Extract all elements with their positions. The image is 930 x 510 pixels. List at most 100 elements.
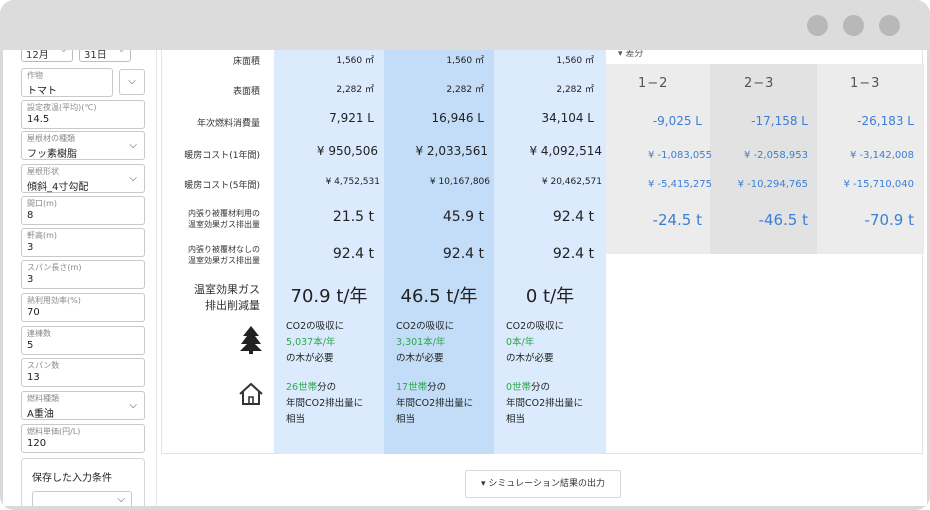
window-control-dot[interactable] [843,15,864,36]
note-line: 分の [427,382,447,393]
span-length-input[interactable]: スパン長さ(m) 3 [21,260,145,289]
col2-cost-1y: ¥ 2,033,561 [415,144,488,158]
col2-tree-note: CO2の吸収に 3,301本/年 の木が必要 [396,319,454,367]
diff2-fuel: -17,158 L [751,114,808,128]
col2-house-note: 17世帯分の 年間CO2排出量に 相当 [396,380,473,428]
day-select[interactable]: 31日 ⌵ [79,50,131,62]
month-select[interactable]: 12月 ⌵ [21,50,73,62]
field-label: スパン長さ(m) [27,263,82,272]
diff2-emission: -46.5 t [758,211,808,229]
export-results-button[interactable]: ▾ シミュレーション結果の出力 [465,470,621,498]
row-label-line: 温室効果ガス排出量 [188,220,260,229]
col2-surface-area: 2,282 ㎡ [446,85,484,95]
field-value: A重油 [27,409,54,420]
col1-house-note: 26世帯分の 年間CO2排出量に 相当 [286,380,363,428]
diff1-fuel: -9,025 L [652,114,702,128]
row-label-line: 温室効果ガス排出量 [188,256,260,265]
note-highlight: 5,037本/年 [286,337,336,348]
diff1-cost-5y: ¥ -5,415,275 [647,179,712,190]
tree-icon [240,326,262,354]
roof-material-select[interactable]: 屋根材の種類 フッ素樹脂 ⌵ [21,131,145,160]
row-label-line: 内張り被覆材なしの [188,245,260,254]
saved-conditions-title: 保存した入力条件 [32,473,112,484]
col2-floor-area: 1,560 ㎡ [446,56,484,66]
date-selectors: 12月 ⌵ 31日 ⌵ [21,50,131,62]
row-label-reduction: 温室効果ガス 排出削減量 [194,282,260,314]
app-window: 12月 ⌵ 31日 ⌵ 作物 トマト ⌵ 設定夜温(平均)(℃) 14.5 屋根材の… [0,0,930,510]
window-control-dot[interactable] [879,15,900,36]
field-label: 軒高(m) [27,231,58,240]
col2-without-cover: 92.4 t [442,246,484,262]
window-control-dot[interactable] [807,15,828,36]
note-highlight: 3,301本/年 [396,337,446,348]
col1-floor-area: 1,560 ㎡ [336,56,374,66]
eaves-height-input[interactable]: 軒高(m) 3 [21,228,145,257]
field-value: トマト [27,86,57,97]
col3-tree-note: CO2の吸収に 0本/年 の木が必要 [506,319,564,367]
chevron-down-icon: ⌵ [129,400,137,411]
field-value: 120 [27,438,47,449]
note-highlight: 0本/年 [506,337,535,348]
note-highlight: 26世帯 [286,382,318,393]
field-label: 作物 [27,71,43,80]
field-value: 8 [27,210,34,221]
col1-with-cover: 21.5 t [332,209,374,225]
crop-dropdown-button[interactable]: ⌵ [119,69,145,95]
col3-with-cover: 92.4 t [552,209,594,225]
roof-shape-select[interactable]: 屋根形状 傾斜_4寸勾配 ⌵ [21,164,145,193]
col1-tree-note: CO2の吸収に 5,037本/年 の木が必要 [286,319,344,367]
col3-house-note: 0世帯分の 年間CO2排出量に 相当 [506,380,583,428]
diff3-fuel: -26,183 L [857,114,914,128]
field-value: 14.5 [27,114,50,125]
input-sidebar: 12月 ⌵ 31日 ⌵ 作物 トマト ⌵ 設定夜温(平均)(℃) 14.5 屋根材の… [11,50,157,506]
setting-temp-input[interactable]: 設定夜温(平均)(℃) 14.5 [21,100,145,129]
diff2-cost-5y: ¥ -10,294,765 [737,179,808,190]
diff2-cost-1y: ¥ -2,058,953 [743,150,808,161]
note-line: 相当 [506,414,526,425]
col1-cost-5y: ¥ 4,752,531 [325,177,380,187]
field-value: 傾斜_4寸勾配 [27,182,89,193]
note-line: 分の [317,382,337,393]
num-buildings-input[interactable]: 連棟数 5 [21,326,145,355]
field-label: 間口(m) [27,199,58,208]
heat-efficiency-input[interactable]: 熱利用効率(%) 70 [21,293,145,322]
chevron-down-icon: ⌵ [129,140,137,151]
col2-with-cover: 45.9 t [442,209,484,225]
fuel-type-select[interactable]: 燃料種類 A重油 ⌵ [21,391,145,420]
note-line: 年間CO2排出量に [396,398,474,409]
num-spans-input[interactable]: スパン数 13 [21,358,145,387]
col1-annual-fuel: 7,921 L [329,111,374,125]
field-value: フッ素樹脂 [27,149,77,160]
col3-without-cover: 92.4 t [552,246,594,262]
chevron-down-icon: ⌵ [117,494,125,505]
results-table: 床面積 表面積 年次燃料消費量 暖房コスト(1年間) 暖房コスト(5年間) 内張… [161,50,924,454]
field-label: 熱利用効率(%) [27,296,81,305]
field-label: 燃料種類 [27,394,59,403]
field-label: 連棟数 [27,329,51,338]
saved-conditions-select[interactable]: ⌵ [32,491,132,506]
field-value: 3 [27,242,34,253]
col2-annual-fuel: 16,946 L [431,111,485,125]
field-label: 屋根形状 [27,167,59,176]
note-line: 年間CO2排出量に [286,398,364,409]
fuel-price-input[interactable]: 燃料単価(円/L) 120 [21,424,145,453]
crop-select[interactable]: 作物 トマト [21,68,113,97]
frontage-input[interactable]: 間口(m) 8 [21,196,145,225]
diff-panel: ▾ 差分 1−2 2−3 1−3 -9,025 L -17,158 L -26,… [606,50,924,254]
row-label-heating-cost-5y: 暖房コスト(5年間) [184,181,260,191]
note-line: の木が必要 [396,353,444,364]
row-label-line: 排出削減量 [205,299,260,312]
row-label-line: 内張り被覆材利用の [188,209,260,218]
saved-conditions-panel: 保存した入力条件 ⌵ [21,458,145,506]
field-label: 燃料単価(円/L) [27,427,81,436]
col2-cost-5y: ¥ 10,167,806 [429,177,490,187]
page-content: 12月 ⌵ 31日 ⌵ 作物 トマト ⌵ 設定夜温(平均)(℃) 14.5 屋根材の… [3,50,927,506]
diff3-cost-5y: ¥ -15,710,040 [843,179,914,190]
diff-head-1: 1−2 [638,76,669,91]
field-label: 屋根材の種類 [27,134,75,143]
field-label: 設定夜温(平均)(℃) [27,103,97,112]
diff1-emission: -24.5 t [652,211,702,229]
diff-section-toggle[interactable]: ▾ 差分 [618,50,643,59]
note-line: CO2の吸収に [506,321,565,332]
note-highlight: 17世帯 [396,382,428,393]
